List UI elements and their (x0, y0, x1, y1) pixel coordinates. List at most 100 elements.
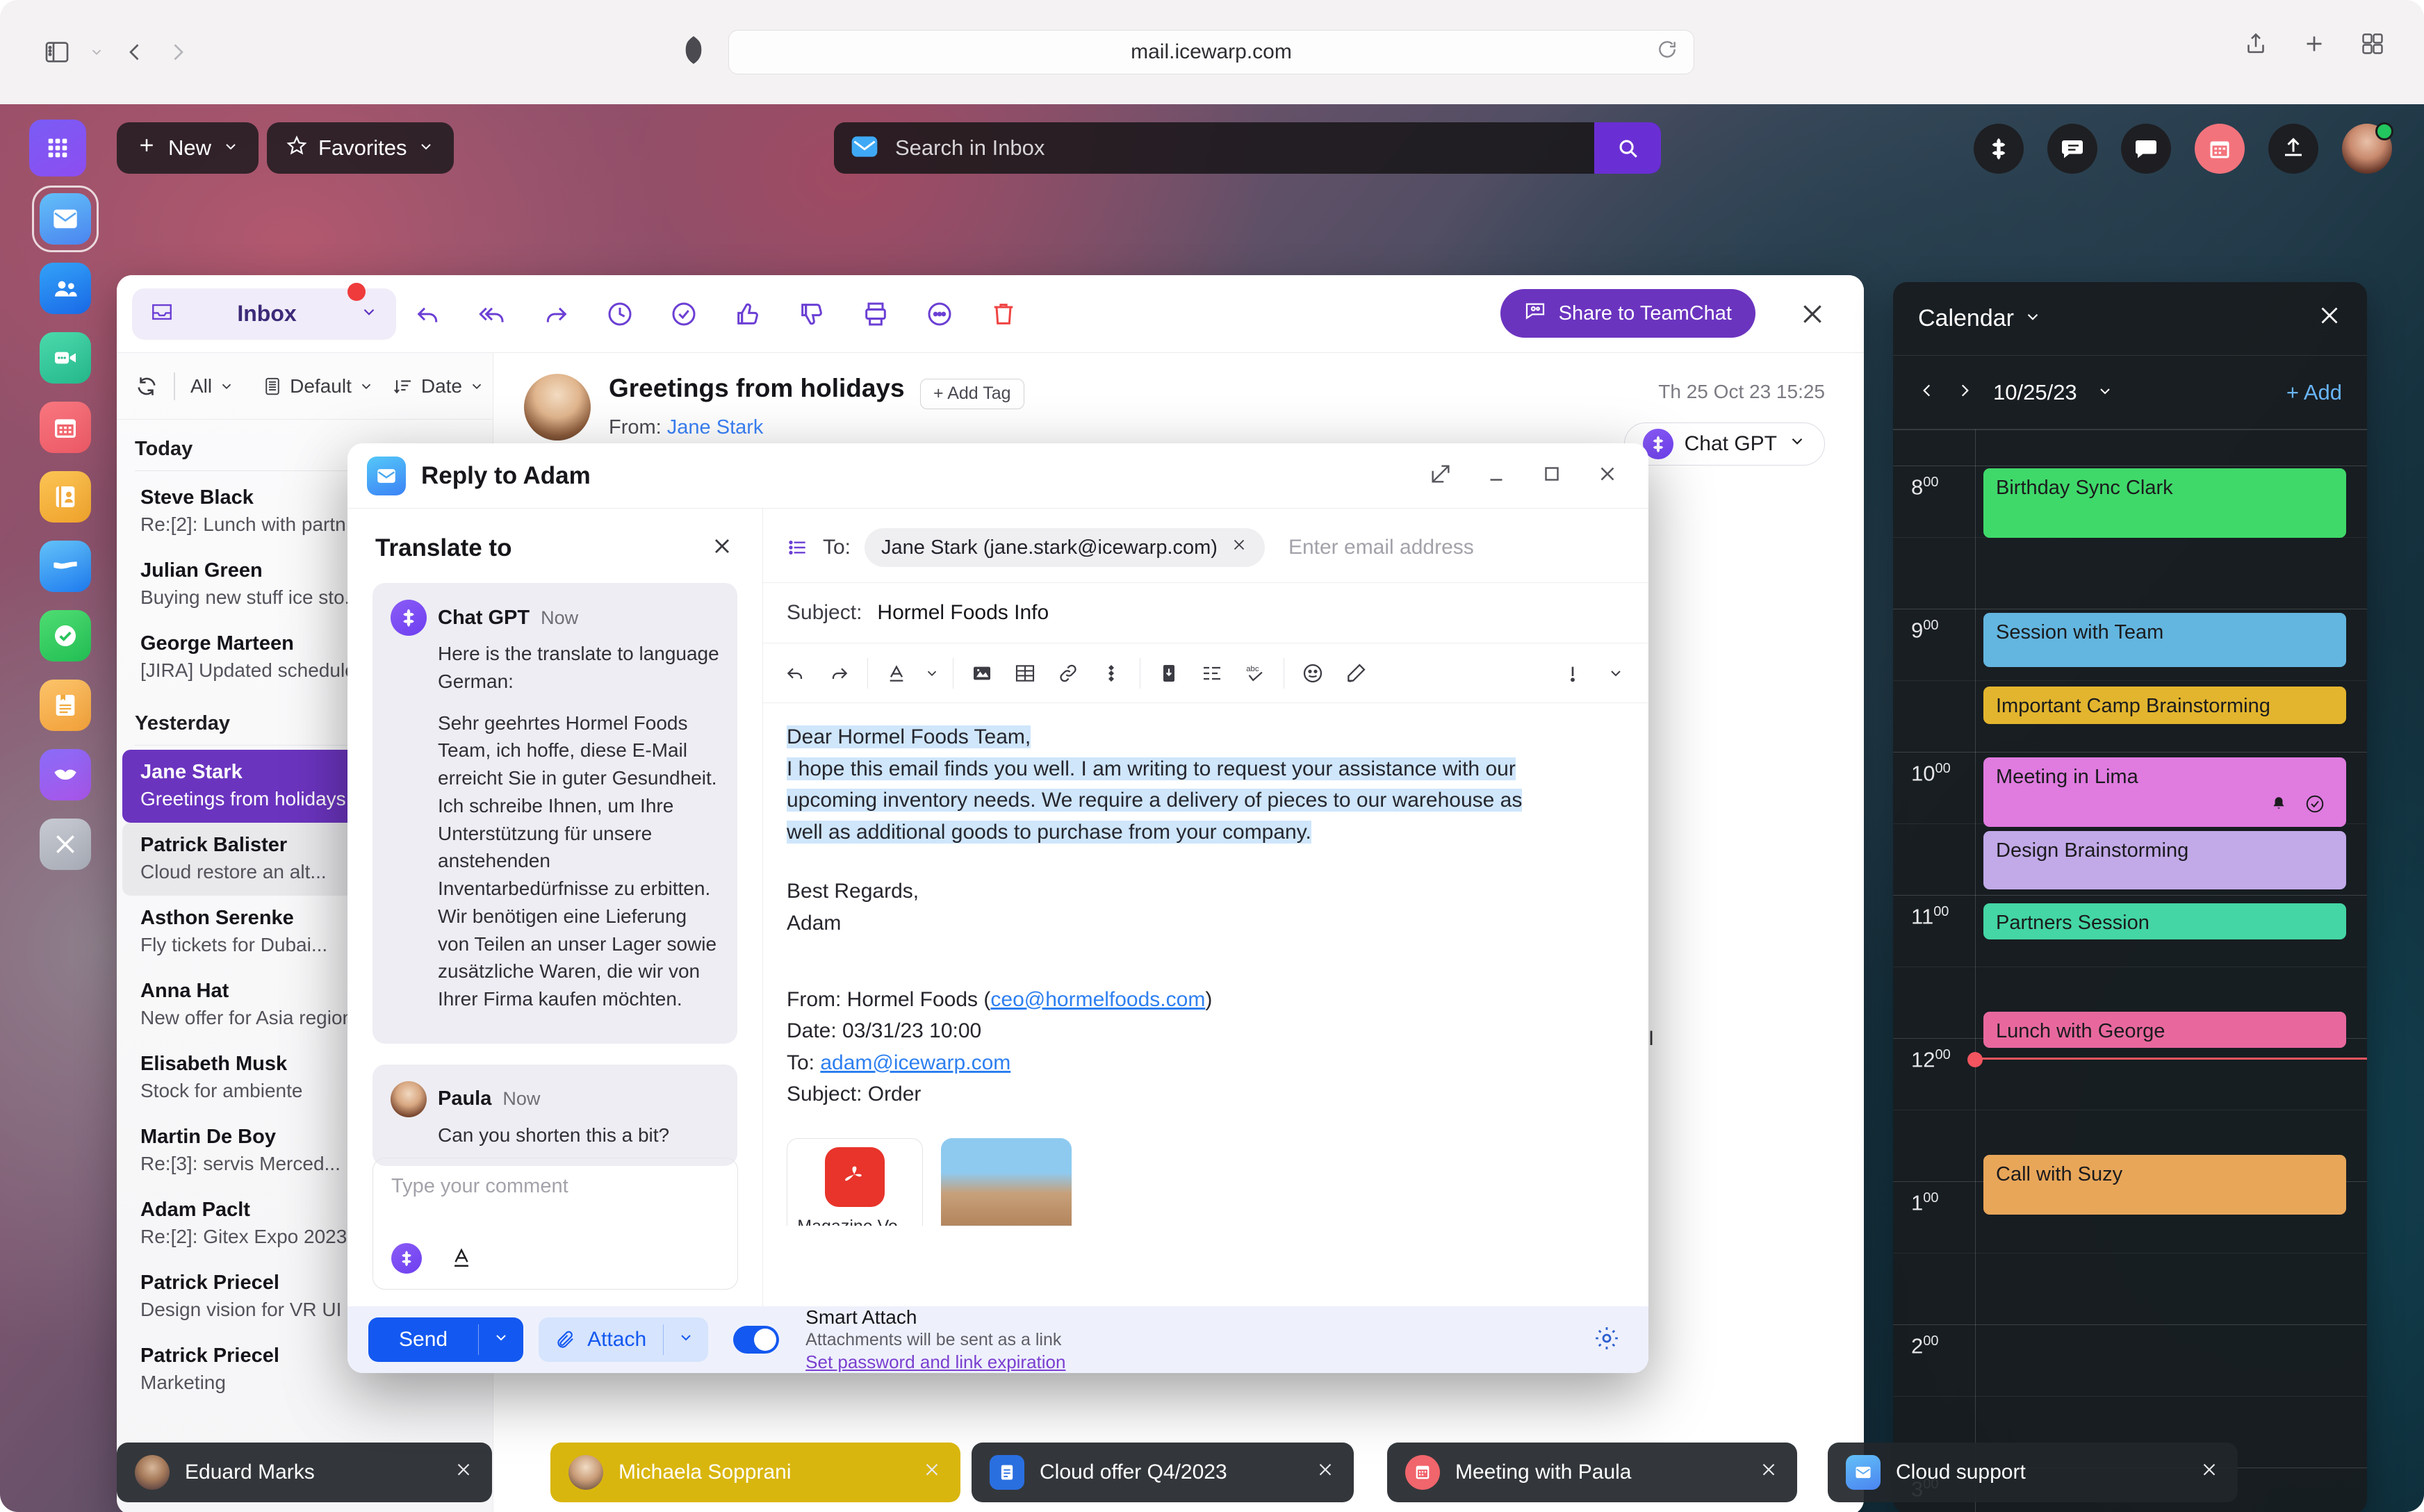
next-day-button[interactable] (1956, 380, 1974, 405)
teamchat-icon[interactable] (2047, 124, 2097, 174)
attachment-image-thumbnail[interactable] (941, 1138, 1072, 1226)
view-filter[interactable]: Default (262, 375, 374, 397)
sidebar-caret-icon[interactable] (89, 44, 104, 60)
to-input-placeholder[interactable]: Enter email address (1288, 536, 1474, 559)
tab-overview-icon[interactable] (2360, 31, 2385, 56)
close-icon[interactable] (710, 534, 735, 562)
subject-input[interactable]: Hormel Foods Info (877, 601, 1049, 625)
sidebar-item-tasks[interactable] (40, 610, 91, 662)
assistant-selector[interactable]: Chat GPT (1624, 422, 1825, 466)
calendar-date[interactable]: 10/25/23 (1993, 380, 2077, 405)
recipient-chip[interactable]: Jane Stark (jane.stark@icewarp.com) (865, 528, 1265, 567)
forward-icon[interactable] (165, 40, 190, 65)
taskbar-item[interactable]: Eduard Marks (117, 1443, 492, 1502)
sidebar-item-notes[interactable] (40, 680, 91, 731)
sidebar-item-meetings[interactable] (40, 332, 91, 384)
chatgpt-icon[interactable] (391, 1243, 422, 1274)
send-button[interactable]: Send (368, 1317, 523, 1362)
text-format-icon[interactable] (450, 1245, 473, 1272)
priority-icon[interactable] (1551, 662, 1594, 684)
thumbs-down-button[interactable] (780, 300, 844, 328)
chevron-down-icon[interactable] (918, 666, 946, 681)
chatgpt-icon[interactable] (1974, 124, 2024, 174)
pen-icon[interactable] (1334, 662, 1377, 684)
calendar-event[interactable]: Birthday Sync Clark (1983, 468, 2346, 538)
undo-icon[interactable] (774, 662, 817, 684)
close-icon[interactable] (2199, 1459, 2220, 1486)
signature-icon[interactable] (1147, 662, 1190, 684)
close-icon[interactable] (453, 1459, 474, 1486)
chevron-down-icon[interactable] (664, 1328, 708, 1351)
print-button[interactable] (844, 300, 908, 328)
popout-icon[interactable] (1429, 462, 1452, 489)
link-icon[interactable] (1047, 662, 1090, 684)
calendar-grid[interactable]: 800 900 1000 1100 1200 100 200 300 400 5… (1893, 429, 2367, 1512)
snooze-button[interactable] (588, 300, 652, 328)
address-bar[interactable]: mail.icewarp.com (728, 30, 1694, 74)
close-icon[interactable] (2317, 303, 2342, 334)
sidebar-item-addressbook[interactable] (40, 471, 91, 523)
chat-icon[interactable] (2121, 124, 2171, 174)
folder-selector[interactable]: Inbox (132, 288, 396, 340)
calendar-event[interactable]: Important Camp Brainstorming (1983, 687, 2346, 724)
delete-button[interactable] (972, 300, 1035, 328)
emoji-icon[interactable] (1291, 662, 1334, 684)
calendar-event[interactable]: Session with Team (1983, 613, 2346, 667)
reload-icon[interactable] (1656, 38, 1678, 66)
from-sender-link[interactable]: Jane Stark (667, 416, 764, 438)
upload-icon[interactable] (2268, 124, 2318, 174)
taskbar-item-active[interactable]: Michaela Sopprani (550, 1443, 960, 1502)
sidebar-item-files[interactable] (40, 541, 91, 592)
thumbs-up-button[interactable] (716, 300, 780, 328)
gear-icon[interactable] (1593, 1324, 1628, 1356)
font-color-icon[interactable] (875, 662, 918, 684)
chevron-down-icon[interactable] (2097, 380, 2113, 405)
more-options-icon[interactable] (1594, 665, 1637, 682)
taskbar-item[interactable]: Cloud support (1828, 1443, 2238, 1502)
add-event-button[interactable]: + Add (2286, 380, 2342, 405)
reply-button[interactable] (396, 300, 460, 328)
table-icon[interactable] (1004, 662, 1047, 684)
close-icon[interactable] (922, 1459, 942, 1486)
sidebar-item-mail[interactable] (40, 193, 91, 245)
more-horizontal-button[interactable] (908, 300, 972, 328)
grid-launcher-icon[interactable] (29, 120, 86, 176)
favorites-button[interactable]: Favorites (267, 122, 454, 174)
sidebar-item-calendar[interactable] (40, 402, 91, 453)
close-icon[interactable] (1315, 1459, 1336, 1486)
calendar-icon[interactable] (2195, 124, 2245, 174)
align-icon[interactable] (1190, 662, 1234, 684)
new-tab-icon[interactable] (2302, 31, 2327, 56)
set-password-link[interactable]: Set password and link expiration (805, 1351, 1065, 1373)
forward-button[interactable] (524, 300, 588, 328)
redo-icon[interactable] (817, 662, 860, 684)
chevron-down-icon[interactable] (479, 1328, 523, 1351)
symbol-icon[interactable] (1090, 662, 1133, 684)
message-body[interactable]: Dear Hormel Foods Team, I hope this emai… (763, 703, 1648, 1226)
image-icon[interactable] (960, 662, 1004, 684)
sidebar-item-contacts[interactable] (40, 263, 91, 314)
avatar[interactable] (2342, 124, 2392, 174)
reply-all-button[interactable] (460, 300, 524, 328)
maximize-icon[interactable] (1540, 462, 1564, 489)
comment-input[interactable]: Type your comment (372, 1158, 738, 1290)
quote-from-email[interactable]: ceo@hormelfoods.com (990, 988, 1205, 1011)
shield-icon[interactable] (680, 35, 707, 65)
back-icon[interactable] (122, 40, 147, 65)
search-icon[interactable] (1594, 122, 1661, 174)
share-to-teamchat-button[interactable]: Share to TeamChat (1500, 289, 1755, 338)
spellcheck-icon[interactable]: abc (1234, 662, 1277, 685)
calendar-event[interactable]: Call with Suzy (1983, 1155, 2346, 1215)
sort-filter[interactable]: Date (393, 375, 484, 397)
mark-done-button[interactable] (652, 300, 716, 328)
attach-button[interactable]: Attach (539, 1317, 708, 1362)
calendar-event[interactable]: Lunch with George (1983, 1012, 2346, 1048)
search-input[interactable]: Search in Inbox (834, 122, 1661, 174)
sidebar-item-teamchat[interactable] (40, 749, 91, 800)
sidebar-icon[interactable] (43, 38, 71, 66)
taskbar-item[interactable]: Cloud offer Q4/2023 (972, 1443, 1354, 1502)
contacts-list-icon[interactable] (787, 536, 809, 559)
close-icon[interactable] (1799, 300, 1826, 331)
calendar-event[interactable]: Partners Session (1983, 903, 2346, 939)
scope-filter[interactable]: All (190, 375, 234, 397)
